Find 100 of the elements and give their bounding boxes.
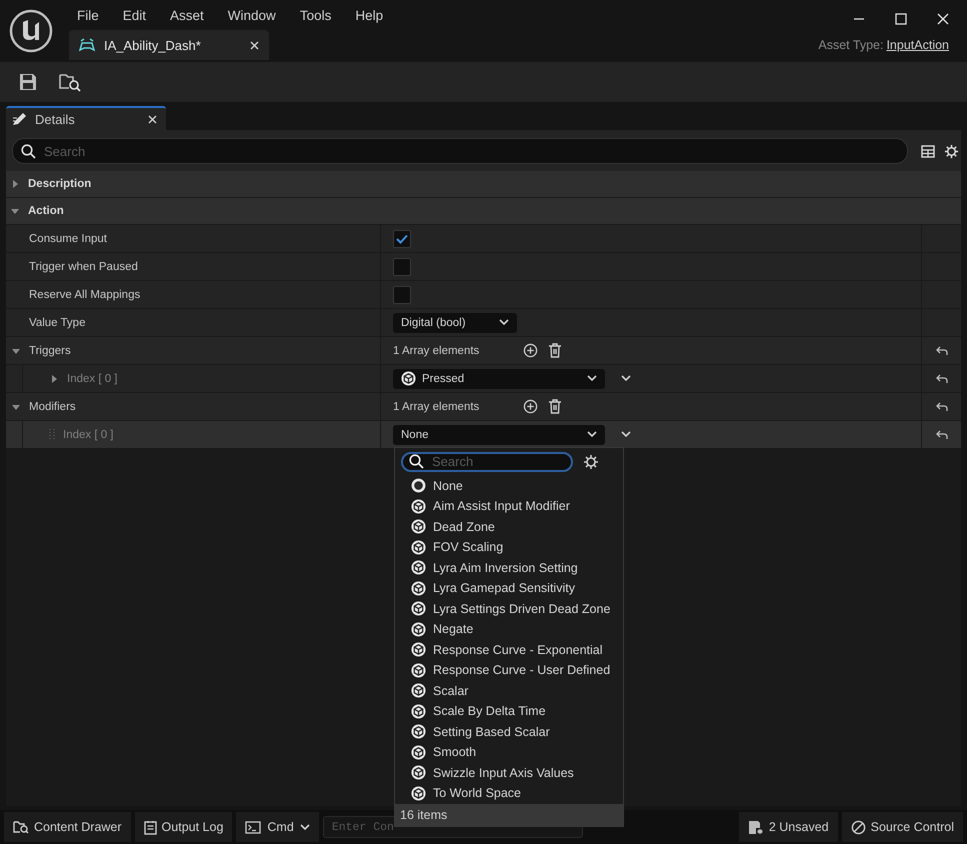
table-icon[interactable] [921, 144, 935, 158]
close-icon[interactable] [250, 40, 259, 50]
search-icon [21, 144, 36, 158]
chevron-down-icon [499, 319, 509, 326]
array-element-row[interactable]: Index [ 0 ] Pressed [6, 365, 961, 393]
chevron-down-icon[interactable] [621, 431, 631, 438]
category-header[interactable]: Description [28, 178, 92, 190]
menu-option[interactable]: Scalar [433, 684, 468, 698]
asset-type-link[interactable]: InputAction [886, 38, 949, 52]
menu-option[interactable]: None [433, 478, 463, 493]
trash-icon[interactable] [548, 343, 562, 358]
cube-icon [411, 662, 426, 678]
drag-handle-icon[interactable] [49, 428, 55, 442]
menu-option[interactable]: Lyra Aim Inversion Setting [433, 560, 578, 575]
property-label: Value Type [29, 316, 86, 328]
cube-icon [411, 601, 426, 616]
menu-option[interactable]: Smooth [433, 745, 476, 760]
close-icon[interactable] [148, 114, 157, 124]
index-label: Index [ 0 ] [63, 428, 114, 440]
menu-option[interactable]: Aim Assist Input Modifier [433, 499, 570, 514]
add-icon[interactable] [523, 399, 538, 414]
cube-icon [411, 519, 426, 534]
class-dropdown[interactable]: Pressed [393, 368, 605, 388]
gamepad-icon [79, 38, 95, 52]
cube-icon [411, 744, 426, 760]
settings-icon[interactable] [583, 454, 599, 470]
collapsed-arrow-icon[interactable] [10, 179, 20, 189]
menu-item[interactable]: Window [216, 8, 288, 22]
trash-icon[interactable] [548, 399, 562, 414]
class-dropdown[interactable]: None [393, 424, 605, 444]
expanded-arrow-icon[interactable] [10, 206, 20, 216]
chevron-down-icon[interactable] [621, 375, 631, 382]
cube-icon [411, 580, 426, 596]
document-tab[interactable]: IA_Ability_Dash* [69, 30, 269, 60]
reset-arrow-icon[interactable] [936, 346, 948, 356]
source-control-button[interactable]: Source Control [842, 812, 963, 842]
cube-icon [411, 560, 426, 576]
reset-arrow-icon[interactable] [936, 374, 948, 384]
cube-icon [411, 642, 426, 658]
pencil-icon [12, 112, 28, 126]
menu-option[interactable]: Lyra Gamepad Sensitivity [433, 581, 575, 596]
unsaved-button[interactable]: 2 Unsaved [738, 812, 838, 842]
menu-option[interactable]: Response Curve - Exponential [433, 642, 603, 657]
content-drawer-button[interactable]: Content Drawer [4, 812, 131, 842]
save-icon[interactable] [19, 73, 37, 91]
cmd-dropdown[interactable]: Cmd [236, 812, 319, 842]
ring-icon [411, 478, 426, 494]
check-icon [396, 234, 408, 244]
menu-option[interactable]: Dead Zone [433, 520, 495, 534]
menu-item[interactable]: Asset [158, 8, 216, 22]
output-log-button[interactable]: Output Log [134, 812, 232, 842]
cube-icon [411, 765, 426, 780]
menu-option[interactable]: To World Space [433, 786, 522, 800]
maximize-icon[interactable] [895, 13, 907, 25]
checkbox[interactable] [393, 258, 411, 276]
tab-title: Details [35, 112, 76, 126]
details-tab[interactable]: Details [6, 106, 166, 130]
menu-item[interactable]: Tools [288, 8, 344, 22]
array-count: 1 Array elements [393, 344, 480, 356]
chevron-down-icon [300, 824, 310, 830]
add-icon[interactable] [523, 343, 538, 358]
menu-option[interactable]: Lyra Settings Driven Dead Zone [433, 602, 610, 616]
cube-icon [411, 622, 426, 637]
cube-icon [411, 786, 426, 801]
menu-item[interactable]: Edit [110, 8, 158, 22]
cube-icon [401, 371, 416, 386]
menu-item[interactable]: File [65, 8, 111, 22]
checkbox[interactable] [393, 286, 411, 304]
cube-icon [411, 724, 426, 740]
menu-option[interactable]: Response Curve - User Defined [433, 663, 610, 678]
category-header[interactable]: Action [28, 205, 64, 217]
logo-icon [9, 9, 53, 53]
log-icon [144, 820, 157, 834]
cube-icon [411, 704, 426, 719]
menu-option[interactable]: Negate [433, 622, 474, 636]
array-count: 1 Array elements [393, 400, 480, 412]
settings-icon[interactable] [944, 144, 959, 158]
value-type-dropdown[interactable]: Digital (bool) [393, 312, 517, 332]
search-field[interactable]: Search [401, 452, 573, 472]
close-icon[interactable] [937, 13, 949, 25]
reset-arrow-icon[interactable] [936, 402, 948, 412]
search-input[interactable]: Search [432, 454, 565, 469]
checkbox[interactable] [393, 230, 411, 248]
collapsed-arrow-icon[interactable] [49, 374, 59, 384]
folder-search-icon [13, 820, 29, 834]
terminal-icon [245, 820, 262, 834]
menu-item[interactable]: Help [343, 8, 396, 22]
cube-icon [411, 540, 426, 555]
search-field[interactable]: Search [12, 138, 908, 164]
tab-title: IA_Ability_Dash* [104, 38, 202, 52]
search-icon [409, 454, 424, 469]
folder-search-icon[interactable] [59, 72, 81, 92]
reset-arrow-icon[interactable] [936, 430, 948, 440]
menu-option[interactable]: Scale By Delta Time [433, 704, 546, 718]
unsaved-files-icon [748, 820, 764, 834]
menu-option[interactable]: FOV Scaling [433, 540, 504, 554]
menu-option[interactable]: Setting Based Scalar [433, 724, 550, 739]
menu-option[interactable]: Swizzle Input Axis Values [433, 766, 574, 780]
chevron-down-icon [587, 431, 597, 438]
property-label: Trigger when Paused [29, 260, 138, 272]
